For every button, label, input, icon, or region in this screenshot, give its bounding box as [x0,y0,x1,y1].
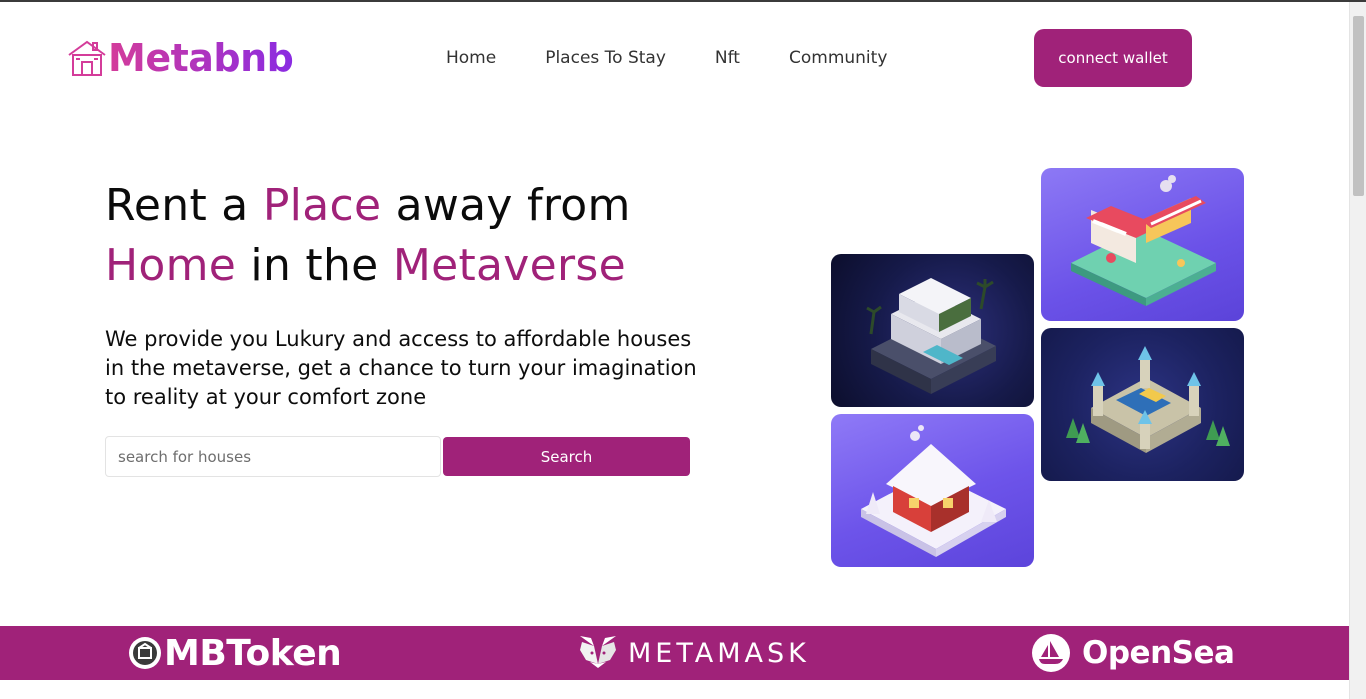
mbtoken-text: MBToken [164,632,342,674]
page-bottom-strip [0,680,1349,699]
hero-description: We provide you Lukury and access to affo… [105,327,697,409]
hero-title-part: away from [381,180,631,231]
search-input[interactable] [105,436,441,477]
hero-title-part: in the [236,240,393,291]
search-button[interactable]: Search [443,437,690,476]
metamask-text: METAMASK [628,637,810,669]
logo-text: Metabnb [108,36,294,80]
partner-metamask[interactable]: METAMASK [578,626,810,680]
mbtoken-coin-icon [129,637,161,669]
main-nav: Home Places To Stay Nft Community [446,46,887,70]
house-logo-icon [68,40,106,76]
partner-opensea[interactable]: OpenSea [1031,626,1235,680]
hero-title-accent: Place [262,180,382,231]
partner-mbtoken[interactable]: MBToken [128,626,342,680]
nav-nft[interactable]: Nft [715,46,740,70]
opensea-text: OpenSea [1082,635,1235,671]
vertical-scrollbar[interactable] [1349,2,1366,699]
nav-places-to-stay[interactable]: Places To Stay [545,46,666,70]
opensea-boat-icon [1032,634,1070,672]
winter-cabin-nft-image[interactable] [831,414,1034,567]
hero-title-accent: Home [105,240,237,291]
scrollbar-thumb[interactable] [1353,16,1364,196]
nav-home[interactable]: Home [446,46,496,70]
metamask-fox-icon [580,636,616,668]
connect-wallet-button[interactable]: connect wallet [1034,29,1192,87]
hero-title-part: Rent a [105,180,263,231]
castle-nft-image[interactable] [1041,328,1244,481]
site-logo[interactable]: Metabnb [66,36,294,80]
nav-community[interactable]: Community [789,46,887,70]
hero-title: Rent a Place away from Home in the Metave… [105,176,745,296]
window-top-border [0,0,1366,2]
modern-house-nft-image[interactable] [831,254,1034,407]
hero-title-accent: Metaverse [392,240,626,291]
partners-bar: MBToken METAMASK OpenSea [0,626,1349,680]
market-stall-nft-image[interactable] [1041,168,1244,321]
